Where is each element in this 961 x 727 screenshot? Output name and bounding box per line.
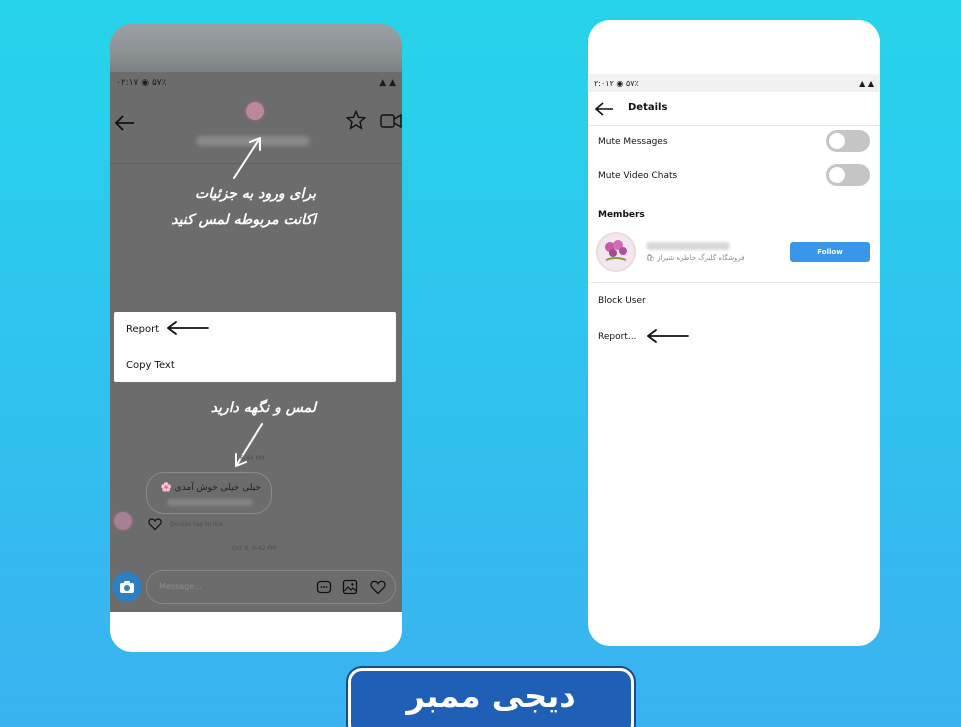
heart-icon[interactable] <box>148 517 162 531</box>
camera-icon <box>120 581 134 593</box>
camera-button[interactable] <box>112 572 142 602</box>
message-context-menu: Report Copy Text <box>114 312 396 382</box>
left-phone-screen: ۰۲:۱۷ ◉ ۵۷٪ ▲ ▲ برای ورود به جزئیات اکان… <box>110 24 402 612</box>
left-status-right: ▲ ▲ <box>379 78 396 88</box>
heart-icon[interactable] <box>370 579 386 595</box>
chat-timestamp-bottom: Oct 8, 9:42 PM <box>232 545 277 552</box>
member-subtitle: فروشگاه گلبرگ خاطره شیراز 🛍 <box>646 254 745 262</box>
flower-logo-icon <box>605 240 627 261</box>
right-status-bar: ۲:۰۱۲ ◉ ۵۷٪ ▲ ▲ <box>588 74 880 92</box>
block-user-item[interactable]: Block User <box>598 296 646 306</box>
left-status-bar: ۰۲:۱۷ ◉ ۵۷٪ ▲ ▲ <box>110 72 402 94</box>
brand-logo: دیجی ممبر <box>348 668 634 727</box>
double-tap-hint: Double tap to like <box>170 521 224 528</box>
star-icon[interactable] <box>346 110 366 130</box>
members-heading: Members <box>598 210 645 220</box>
message-input[interactable]: Message... <box>146 570 396 604</box>
back-arrow-icon[interactable] <box>114 112 136 134</box>
right-status-right: ▲ ▲ <box>859 78 874 88</box>
toggle-knob <box>829 167 845 183</box>
message-text: خیلی خیلی خوش آمدی 🌸 <box>160 483 261 493</box>
back-arrow-icon[interactable] <box>594 100 614 118</box>
annotation-arrow-up-icon <box>233 137 261 179</box>
video-call-icon[interactable] <box>380 112 402 130</box>
annotation-top-line1: برای ورود به جزئیات <box>195 186 316 202</box>
mute-messages-label: Mute Messages <box>598 137 668 147</box>
toggle-knob <box>829 133 845 149</box>
mute-video-chats-label: Mute Video Chats <box>598 171 678 181</box>
brand-label: دیجی ممبر <box>406 677 576 715</box>
follow-button[interactable]: Follow <box>790 242 870 262</box>
report-item[interactable]: Report... <box>598 332 636 342</box>
member-avatar[interactable] <box>596 232 636 272</box>
message-input-placeholder: Message... <box>159 582 202 591</box>
left-status-left: ۰۲:۱۷ ◉ ۵۷٪ <box>116 78 167 88</box>
mute-messages-toggle[interactable] <box>826 130 870 152</box>
left-phone: ۰۲:۱۷ ◉ ۵۷٪ ▲ ▲ برای ورود به جزئیات اکان… <box>110 24 402 652</box>
menu-report[interactable]: Report <box>126 324 159 335</box>
annotation-arrow-left-icon <box>167 321 209 335</box>
annotation-bottom: لمس و نگهه دارید <box>210 400 316 416</box>
message-bubble[interactable]: خیلی خیلی خوش آمدی 🌸 <box>146 472 272 514</box>
chat-avatar[interactable] <box>244 100 266 122</box>
right-phone: ۲:۰۱۲ ◉ ۵۷٪ ▲ ▲ Details Mute Messages Mu… <box>588 20 880 646</box>
blurred-top-area <box>110 24 402 72</box>
message-blurred-line <box>167 499 253 506</box>
details-header: Details <box>588 92 880 126</box>
page-title: Details <box>628 102 668 113</box>
member-name-blurred <box>646 242 730 250</box>
sender-avatar[interactable] <box>112 510 134 532</box>
divider <box>588 282 880 283</box>
annotation-arrow-down-icon <box>235 423 263 467</box>
mute-video-chats-toggle[interactable] <box>826 164 870 186</box>
annotation-arrow-left-icon <box>647 329 689 343</box>
gallery-icon[interactable] <box>342 579 358 595</box>
sticker-icon[interactable] <box>316 579 332 595</box>
annotation-top-line2: اکانت مربوطه لمس کنید <box>171 212 316 228</box>
right-status-left: ۲:۰۱۲ ◉ ۵۷٪ <box>594 78 639 88</box>
menu-copy-text[interactable]: Copy Text <box>126 360 175 371</box>
chat-timestamp-top: 6:44 PM <box>240 455 265 462</box>
